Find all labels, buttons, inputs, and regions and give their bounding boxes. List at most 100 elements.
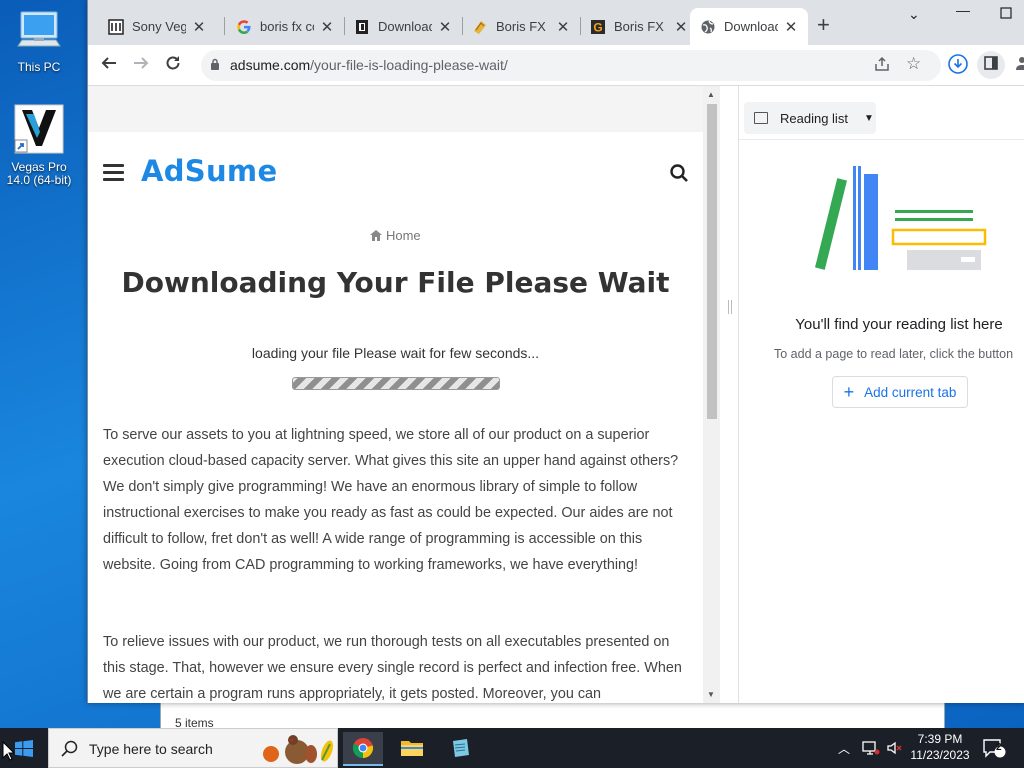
network-icon[interactable] bbox=[862, 740, 880, 756]
search-icon[interactable] bbox=[669, 163, 689, 183]
scroll-up-arrow-icon[interactable]: ▲ bbox=[707, 90, 715, 99]
action-center-button[interactable]: 2 bbox=[982, 738, 1006, 768]
loading-message: loading your file Please wait for few se… bbox=[251, 345, 540, 361]
tab-title: Download bbox=[724, 19, 778, 34]
windows-logo-icon bbox=[15, 740, 33, 757]
side-panel-resize-handle[interactable] bbox=[728, 300, 732, 314]
tab-title: Download bbox=[378, 19, 432, 34]
close-tab-icon[interactable]: ✕ bbox=[438, 18, 452, 36]
close-tab-icon[interactable]: ✕ bbox=[556, 18, 570, 36]
download-progress-bar bbox=[292, 377, 500, 390]
notification-icon bbox=[983, 739, 1006, 758]
side-panel-button[interactable] bbox=[977, 51, 1005, 79]
minimize-button[interactable]: — bbox=[956, 2, 970, 18]
lock-icon bbox=[211, 58, 219, 70]
add-button-label: Add current tab bbox=[864, 384, 957, 400]
tab-title: Sony Vegas bbox=[132, 19, 186, 34]
back-button[interactable] bbox=[97, 54, 121, 78]
chrome-icon bbox=[352, 738, 374, 759]
download-icon[interactable] bbox=[946, 53, 970, 77]
search-placeholder: Type here to search bbox=[89, 741, 213, 757]
tab-download-active[interactable]: Download ✕ bbox=[690, 8, 808, 45]
site-logo[interactable]: AdSume bbox=[141, 154, 277, 188]
tab-boris-fx-c[interactable]: G Boris FX C ✕ bbox=[580, 8, 698, 45]
this-pc-desktop-icon[interactable]: This PC bbox=[1, 10, 77, 74]
taskbar-search-box[interactable]: Type here to search bbox=[48, 728, 338, 768]
reload-button[interactable] bbox=[161, 54, 185, 78]
svg-text:G: G bbox=[593, 20, 602, 34]
address-bar[interactable]: adsume.com/your-file-is-loading-please-w… bbox=[201, 50, 941, 81]
side-panel-selector[interactable]: Reading list ▼ bbox=[744, 102, 876, 134]
taskbar-file-explorer[interactable] bbox=[392, 732, 432, 766]
tab-divider bbox=[224, 17, 225, 35]
thanksgiving-search-highlight-icon bbox=[263, 735, 334, 764]
paragraph: To serve our assets to you at lightning … bbox=[103, 427, 679, 573]
close-tab-icon[interactable]: ✕ bbox=[674, 18, 688, 36]
page-title: Downloading Your File Please Wait bbox=[121, 266, 670, 299]
taskbar: Type here to search ︿ 7:39 PM 11/23/2023… bbox=[0, 728, 1024, 768]
tab-download-1[interactable]: Download ✕ bbox=[344, 8, 462, 45]
tab-search-chevron-icon[interactable]: ⌄ bbox=[908, 6, 920, 23]
desktop-icon-label: This PC bbox=[17, 60, 61, 74]
browser-toolbar: adsume.com/your-file-is-loading-please-w… bbox=[88, 45, 1024, 86]
file-explorer-window: 5 items bbox=[160, 700, 945, 730]
web-page: AdSume Home Downloading Your File Please… bbox=[88, 86, 720, 703]
scrollbar-thumb[interactable] bbox=[707, 104, 717, 419]
home-icon bbox=[370, 230, 383, 241]
plus-icon: + bbox=[843, 381, 855, 402]
tab-title: boris fx co bbox=[260, 19, 314, 34]
breadcrumb[interactable]: Home bbox=[88, 228, 703, 243]
share-icon[interactable] bbox=[874, 56, 890, 76]
site-header: AdSume bbox=[88, 132, 703, 210]
url-path: /your-file-is-loading-please-wait/ bbox=[310, 57, 508, 73]
tab-boris-fx-search[interactable]: boris fx co ✕ bbox=[226, 8, 344, 45]
globe-icon bbox=[700, 19, 716, 35]
vegas-pro-icon bbox=[14, 104, 64, 154]
page-scrollbar[interactable]: ▲ ▼ bbox=[703, 86, 720, 703]
tab-sony-vegas[interactable]: Sony Vegas ✕ bbox=[98, 8, 216, 45]
vegas-pro-desktop-icon[interactable]: Vegas Pro 14.0 (64-bit) bbox=[1, 104, 77, 187]
tab-strip: Sony Vegas ✕ boris fx co ✕ Download ✕ Bo… bbox=[88, 0, 1024, 45]
add-current-tab-button[interactable]: + Add current tab bbox=[832, 376, 968, 408]
mouse-cursor-icon bbox=[2, 741, 14, 761]
taskbar-app[interactable] bbox=[440, 732, 480, 766]
new-tab-button[interactable]: + bbox=[817, 14, 830, 36]
folder-icon bbox=[401, 741, 423, 756]
reading-list-illustration bbox=[815, 166, 987, 270]
desktop-icon-label: Vegas Pro 14.0 (64-bit) bbox=[6, 160, 72, 187]
reading-list-icon bbox=[754, 112, 768, 124]
profile-icon[interactable] bbox=[1010, 54, 1024, 78]
empty-state-title: You'll find your reading list here bbox=[795, 316, 1003, 333]
close-tab-icon[interactable]: ✕ bbox=[192, 18, 206, 36]
dropdown-arrow-icon: ▼ bbox=[863, 112, 874, 124]
breadcrumb-home[interactable]: Home bbox=[386, 228, 421, 243]
maximize-button[interactable] bbox=[1000, 6, 1012, 22]
hamburger-menu-icon[interactable] bbox=[103, 164, 124, 181]
notification-count: 2 bbox=[996, 742, 1002, 753]
tab-boris-fx-s[interactable]: Boris FX S ✕ bbox=[462, 8, 580, 45]
selector-label: Reading list bbox=[780, 110, 848, 126]
close-tab-icon[interactable]: ✕ bbox=[784, 18, 798, 36]
boris-fx-favicon bbox=[472, 19, 488, 35]
computer-icon bbox=[17, 11, 61, 47]
empty-state-description: To add a page to read later, click the b… bbox=[774, 347, 1014, 361]
scroll-down-arrow-icon[interactable]: ▼ bbox=[707, 690, 715, 699]
clock-date: 11/23/2023 bbox=[910, 748, 970, 762]
show-hidden-icons-chevron-icon[interactable]: ︿ bbox=[838, 740, 850, 768]
side-panel-header: Reading list ▼ bbox=[739, 86, 1024, 140]
browser-window: Sony Vegas ✕ boris fx co ✕ Download ✕ Bo… bbox=[87, 0, 1024, 703]
gamepedia-favicon: G bbox=[590, 19, 606, 35]
forward-button[interactable] bbox=[129, 54, 153, 78]
sony-vegas-favicon bbox=[108, 18, 124, 35]
clock-time: 7:39 PM bbox=[917, 732, 963, 746]
close-tab-icon[interactable]: ✕ bbox=[320, 18, 334, 36]
google-icon bbox=[236, 19, 252, 35]
volume-muted-icon[interactable] bbox=[886, 740, 904, 756]
search-icon bbox=[61, 740, 78, 757]
bookmark-star-icon[interactable]: ☆ bbox=[906, 54, 921, 74]
paragraph: To relieve issues with our product, we r… bbox=[103, 634, 682, 702]
clock[interactable]: 7:39 PM 11/23/2023 bbox=[908, 731, 972, 768]
taskbar-chrome[interactable] bbox=[343, 732, 383, 766]
progress-fill bbox=[293, 378, 499, 389]
notepad-app-icon bbox=[453, 739, 469, 757]
